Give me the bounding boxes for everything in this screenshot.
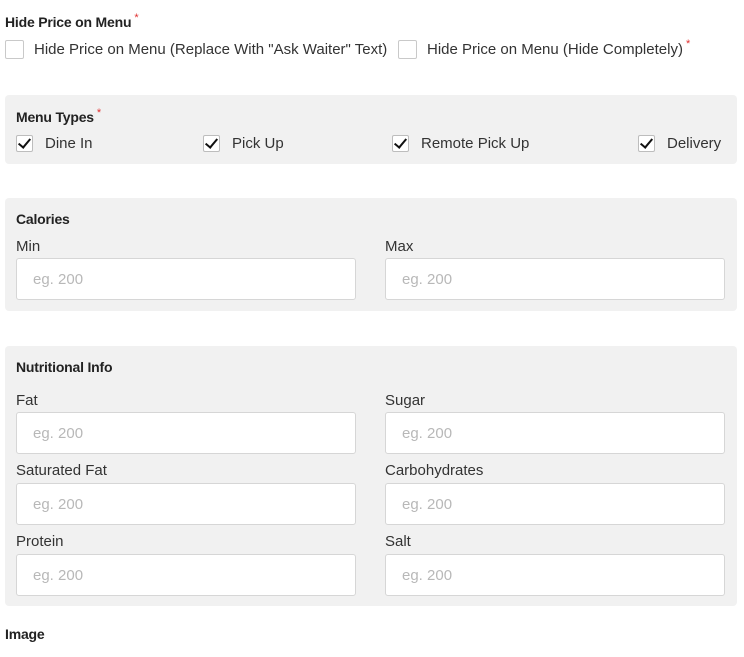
dine-in-label[interactable]: Dine In xyxy=(45,135,93,152)
delivery-label[interactable]: Delivery xyxy=(667,135,721,152)
saturated-fat-input[interactable] xyxy=(16,483,356,525)
hide-price-completely-label[interactable]: Hide Price on Menu (Hide Completely) xyxy=(427,41,683,58)
pick-up-checkbox[interactable] xyxy=(203,135,220,152)
calories-max-label: Max xyxy=(385,238,414,255)
calories-min-input[interactable] xyxy=(16,258,356,300)
hide-price-completely-option[interactable]: Hide Price on Menu (Hide Completely) * xyxy=(398,37,691,59)
item-form: Hide Price on Menu * Hide Price on Menu (… xyxy=(0,0,744,657)
hide-price-ask-waiter-checkbox[interactable] xyxy=(5,40,24,59)
calories-min-label: Min xyxy=(16,238,41,255)
delivery-checkbox[interactable] xyxy=(638,135,655,152)
salt-label: Salt xyxy=(385,533,411,550)
fat-input[interactable] xyxy=(16,412,356,454)
remote-pick-up-checkbox[interactable] xyxy=(392,135,409,152)
hide-price-completely-checkbox[interactable] xyxy=(398,40,417,59)
hide-price-title: Hide Price on Menu xyxy=(5,14,132,30)
menu-type-remote-pick-up[interactable]: Remote Pick Up xyxy=(392,135,529,152)
menu-types-title: Menu Types xyxy=(16,109,94,125)
required-mark: * xyxy=(96,107,101,119)
hide-price-ask-waiter-option[interactable]: Hide Price on Menu (Replace With "Ask Wa… xyxy=(5,40,387,59)
menu-types-heading: Menu Types * xyxy=(16,107,101,125)
hide-price-ask-waiter-label[interactable]: Hide Price on Menu (Replace With "Ask Wa… xyxy=(34,41,387,58)
required-mark: * xyxy=(134,12,139,24)
calories-max-input[interactable] xyxy=(385,258,725,300)
saturated-fat-label: Saturated Fat xyxy=(16,462,107,479)
calories-panel: Calories Min Max xyxy=(5,198,737,311)
menu-type-pick-up[interactable]: Pick Up xyxy=(203,135,284,152)
required-mark: * xyxy=(685,37,691,50)
nutrition-title: Nutritional Info xyxy=(16,359,113,375)
protein-label: Protein xyxy=(16,533,64,550)
menu-types-panel: Menu Types * Dine In Pick Up Remote Pick … xyxy=(5,95,737,164)
carbohydrates-label: Carbohydrates xyxy=(385,462,484,479)
fat-label: Fat xyxy=(16,392,38,409)
sugar-label: Sugar xyxy=(385,392,426,409)
salt-input[interactable] xyxy=(385,554,725,596)
hide-price-heading: Hide Price on Menu * xyxy=(5,12,139,30)
calories-title: Calories xyxy=(16,211,70,227)
sugar-input[interactable] xyxy=(385,412,725,454)
menu-type-delivery[interactable]: Delivery xyxy=(638,135,721,152)
pick-up-label[interactable]: Pick Up xyxy=(232,135,284,152)
nutrition-panel: Nutritional Info Fat Sugar Saturated Fat… xyxy=(5,346,737,606)
remote-pick-up-label[interactable]: Remote Pick Up xyxy=(421,135,529,152)
dine-in-checkbox[interactable] xyxy=(16,135,33,152)
carbohydrates-input[interactable] xyxy=(385,483,725,525)
menu-type-dine-in[interactable]: Dine In xyxy=(16,135,93,152)
image-title: Image xyxy=(5,626,45,642)
protein-input[interactable] xyxy=(16,554,356,596)
